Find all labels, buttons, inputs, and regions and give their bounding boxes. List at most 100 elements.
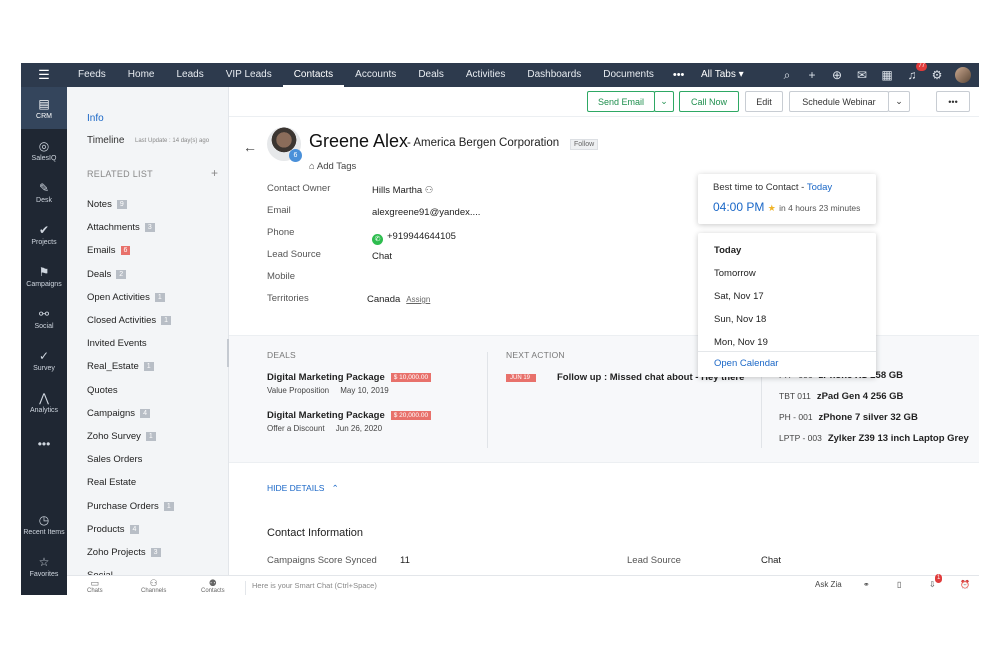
assign-link[interactable]: Assign [406,295,430,304]
sidebar-item[interactable]: Zoho Projects 3 [87,541,174,564]
user-avatar[interactable] [955,67,971,83]
channels-button[interactable]: ⚇ Channels [141,578,166,594]
menu-icon[interactable]: ☰ [21,63,67,87]
contact-company[interactable]: - America Bergen Corporation [407,137,559,149]
chats-button[interactable]: ▭ Chats [87,578,103,594]
related-list: Notes 9 Attachments 3 Emails 6 Deals 2 Open Acti… [87,193,174,587]
day-option[interactable]: Tomorrow [714,268,756,279]
schedule-dropdown[interactable]: ⌄ [888,91,910,112]
add-tags-button[interactable]: ⌂ Add Tags [309,161,356,172]
tab-deals[interactable]: Deals [407,63,455,87]
add-related-icon[interactable]: + [211,166,218,180]
product-item[interactable]: PH - 001 zPhone 7 silver 32 GB [779,412,918,423]
gear-icon[interactable]: ⚙ [930,68,944,82]
sidebar-item[interactable]: Invited Events [87,332,174,355]
product-item[interactable]: TBT 011 zPad Gen 4 256 GB [779,391,903,402]
sidebar-item[interactable]: Deals 2 [87,263,174,286]
crm-icon: ▤ [38,96,50,111]
more-tabs-icon[interactable]: ••• [665,69,693,81]
send-email-button[interactable]: Send Email [587,91,655,112]
sidebar-item-label: Closed Activities [87,315,157,327]
send-email-dropdown[interactable]: ⌄ [654,91,674,112]
search-icon[interactable]: ⌕ [780,68,794,83]
contacts-button[interactable]: ⚉ Contacts [201,578,225,594]
sidebar-item[interactable]: Real_Estate 1 [87,355,174,378]
sidebar-item[interactable]: Real Estate [87,471,174,494]
day-option[interactable]: Sat, Nov 17 [714,291,764,302]
day-option[interactable]: Mon, Nov 19 [714,337,768,348]
hide-details-toggle[interactable]: HIDE DETAILS ⌃ [267,483,339,494]
sidebar-item[interactable]: Attachments 3 [87,216,174,239]
call-now-button[interactable]: Call Now [679,91,739,112]
sidebar-item-label: Purchase Orders [87,500,159,512]
rail-campaigns[interactable]: ⚑ Campaigns [21,255,67,297]
rail-desk[interactable]: ✎ Desk [21,171,67,213]
ask-zia-button[interactable]: Ask Zia [815,580,842,589]
sidebar-item[interactable]: Closed Activities 1 [87,309,174,332]
sidebar-item[interactable]: Campaigns 4 [87,402,174,425]
plus-icon[interactable]: + [805,68,819,82]
sidebar-info[interactable]: Info [87,113,104,124]
sidebar-timeline[interactable]: Timeline [87,135,124,146]
zia-icon[interactable]: ⚭ [863,580,870,589]
deal-title[interactable]: Digital Marketing Package $ 20,000.00 [267,410,432,421]
sidebar-item[interactable]: Products 4 [87,518,174,541]
download-icon[interactable]: ⇩ 1 [929,574,943,589]
tab-dashboards[interactable]: Dashboards [516,63,592,87]
calendar-icon[interactable]: ▦ [880,68,894,82]
rail-survey[interactable]: ✓ Survey [21,339,67,381]
mail-icon[interactable]: ✉ [855,68,869,82]
open-calendar-link[interactable]: Open Calendar [714,358,778,369]
smart-chat-input[interactable]: Here is your Smart Chat (Ctrl+Space) [245,581,377,595]
sidebar-item[interactable]: Quotes [87,379,174,402]
field-value-phone[interactable]: ✆ +919944644105 [372,231,456,245]
rail-favorites[interactable]: ☆ Favorites [21,545,67,587]
more-actions-button[interactable]: ••• [936,91,970,112]
sidebar-item[interactable]: Purchase Orders 1 [87,494,174,517]
rail-recent-items[interactable]: ◷ Recent Items [21,503,67,545]
field-value-email[interactable]: alexgreene91@yandex.... [372,207,480,218]
tab-feeds[interactable]: Feeds [67,63,117,87]
deal-title[interactable]: Digital Marketing Package $ 10,000.00 [267,372,432,383]
sidebar-item-label: Products [87,523,125,535]
document-icon[interactable]: ▯ [897,580,901,589]
follow-button[interactable]: Follow [570,139,599,150]
product-item[interactable]: LPTP - 003 Zylker Z39 13 inch Laptop Grey [779,433,969,444]
tab-contacts[interactable]: Contacts [282,63,345,87]
edit-button[interactable]: Edit [745,91,783,112]
tab-activities[interactable]: Activities [455,63,516,87]
field-label-territories: Territories [267,293,309,304]
sidebar-item[interactable]: Sales Orders [87,448,174,471]
tab-accounts[interactable]: Accounts [344,63,407,87]
gamepad-icon[interactable]: ⊕ [830,68,844,82]
alarm-icon[interactable]: ⏰ [960,580,970,589]
rail-analytics[interactable]: ⋀ Analytics [21,381,67,423]
day-option[interactable]: Today [714,245,741,256]
sidebar-item[interactable]: Notes 9 [87,193,174,216]
sidebar-item[interactable]: Open Activities 1 [87,286,174,309]
field-value-owner[interactable]: Hills Martha ⚇ [372,185,433,196]
tab-home[interactable]: Home [117,63,166,87]
schedule-webinar-button[interactable]: Schedule Webinar [789,91,889,112]
field-label-owner: Contact Owner [267,183,331,194]
tab-vip-leads[interactable]: VIP Leads [215,63,283,87]
all-tabs-dropdown[interactable]: All Tabs ▾ [701,63,744,87]
sidebar-item-label: Zoho Survey [87,430,141,442]
bell-icon[interactable]: ♫ 77 [905,63,927,82]
sidebar-item-label: Quotes [87,384,118,396]
field-value-lead-source: Chat [372,251,393,262]
back-arrow-icon[interactable]: ← [243,139,257,155]
rail-projects[interactable]: ✔ Projects [21,213,67,255]
day-option[interactable]: Sun, Nov 18 [714,314,766,325]
best-time-value: 04:00 PM ★ in 4 hours 23 minutes [713,200,861,214]
rail-crm[interactable]: ▤ CRM [21,87,67,129]
rail-salesiq[interactable]: ◎ SalesIQ [21,129,67,171]
whatsapp-icon[interactable]: ✆ [372,234,383,245]
rail-more[interactable]: ••• [21,423,67,465]
analytics-icon: ⋀ [39,390,49,405]
sidebar-item[interactable]: Emails 6 [87,239,174,262]
tab-leads[interactable]: Leads [165,63,214,87]
sidebar-item[interactable]: Zoho Survey 1 [87,425,174,448]
tab-documents[interactable]: Documents [592,63,665,87]
rail-social[interactable]: ⚯ Social [21,297,67,339]
